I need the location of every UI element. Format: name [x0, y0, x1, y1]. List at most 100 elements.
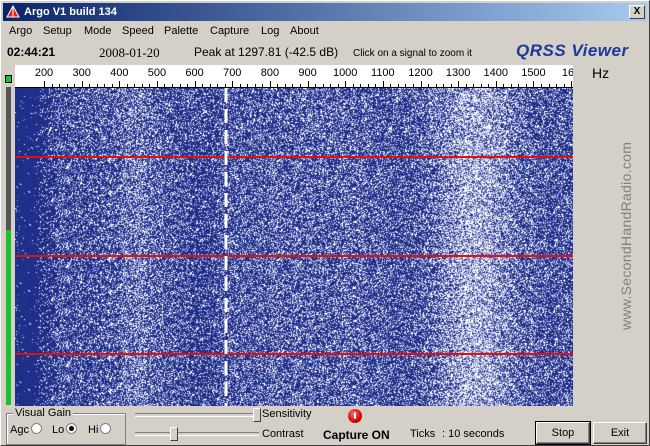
scale-minor-tick — [473, 84, 475, 87]
visual-gain-group: Visual Gain Agc Lo Hi — [6, 407, 126, 445]
scale-minor-tick — [164, 84, 166, 87]
control-panel: Visual Gain Agc Lo Hi Sensitivity Contra… — [1, 406, 649, 446]
scale-minor-tick — [367, 84, 369, 87]
scale-minor-tick — [443, 84, 445, 87]
scale-minor-tick — [224, 84, 226, 87]
side-website-label: www.SecondHandRadio.com — [618, 141, 634, 330]
scale-minor-tick — [111, 84, 113, 87]
contrast-label: Contrast — [262, 428, 304, 440]
scale-label: 600 — [185, 67, 204, 79]
visual-gain-label: Visual Gain — [13, 407, 74, 419]
scale-label: 1400 — [483, 67, 509, 79]
sensitivity-slider-thumb[interactable] — [253, 408, 261, 422]
scale-minor-tick — [450, 84, 452, 87]
scale-minor-tick — [74, 84, 76, 87]
capture-status: Capture ON — [323, 428, 390, 442]
scale-label: 1100 — [371, 67, 395, 79]
scale-major-tick — [44, 81, 45, 87]
menu-setup[interactable]: Setup — [43, 25, 72, 37]
agc-radio-icon[interactable] — [30, 423, 42, 434]
scale-minor-tick — [66, 84, 68, 87]
waterfall-overlay — [15, 88, 573, 406]
scale-minor-tick — [254, 84, 256, 87]
scale-minor-tick — [322, 84, 324, 87]
scale-label: 1200 — [408, 67, 433, 79]
close-button[interactable]: X — [629, 5, 645, 19]
scale-minor-tick — [360, 84, 362, 87]
frequency-scale[interactable]: 200 300 400 500 600 700 800 900 1000 1100 1200 1300… — [15, 65, 573, 88]
scale-minor-tick — [397, 84, 399, 87]
radio-lo[interactable]: Lo — [52, 423, 78, 436]
exit-button[interactable]: Exit — [593, 422, 647, 444]
scale-major-tick — [81, 81, 83, 87]
scale-minor-tick — [540, 84, 542, 87]
scale-minor-tick — [405, 84, 407, 87]
scale-unit: Hz — [592, 65, 610, 81]
scale-minor-tick — [134, 84, 136, 87]
contrast-slider-thumb[interactable] — [170, 427, 179, 441]
scale-label: 400 — [110, 67, 129, 79]
scale-minor-tick — [480, 84, 482, 87]
scale-minor-tick — [149, 84, 151, 87]
menu-log[interactable]: Log — [261, 25, 279, 37]
menu-bar: Argo Setup Mode Speed Palette Capture Lo… — [3, 23, 647, 41]
input-level-meter — [4, 75, 13, 405]
scale-label: 1000 — [332, 67, 358, 79]
scale-minor-tick — [510, 84, 512, 87]
level-track — [6, 87, 11, 405]
stop-button[interactable]: Stop — [535, 421, 591, 445]
lo-radio-icon[interactable] — [66, 423, 78, 434]
menu-speed[interactable]: Speed — [122, 25, 154, 37]
scale-minor-tick — [330, 84, 332, 87]
sensitivity-slider[interactable] — [135, 408, 261, 422]
scale-minor-tick — [315, 84, 317, 87]
scale-minor-tick — [187, 84, 189, 87]
menu-mode[interactable]: Mode — [84, 25, 112, 37]
qrss-viewer-logo: QRSS Viewer — [516, 41, 629, 60]
level-fill — [6, 230, 11, 405]
scale-major-tick — [269, 81, 271, 87]
scale-minor-tick — [337, 84, 339, 87]
hi-radio-icon[interactable] — [100, 423, 112, 434]
scale-minor-tick — [488, 84, 490, 87]
scale-major-tick — [533, 81, 535, 87]
title-bar[interactable]: Argo V1 build 134 X — [3, 3, 647, 21]
sensitivity-label: Sensitivity — [262, 408, 312, 420]
clock-date: 2008-01-20 — [99, 45, 160, 60]
scale-minor-tick — [390, 84, 392, 87]
scale-major-tick — [495, 81, 497, 87]
scale-minor-tick — [465, 84, 467, 87]
scale-minor-tick — [126, 84, 128, 87]
capture-indicator-icon — [348, 409, 362, 423]
scale-minor-tick — [563, 84, 565, 87]
scale-minor-tick — [435, 84, 437, 87]
peak-readout: Peak at 1297.81 (-42.5 dB) — [194, 45, 339, 59]
menu-palette[interactable]: Palette — [164, 25, 198, 37]
window-title: Argo V1 build 134 — [24, 6, 117, 18]
scale-label: 300 — [72, 67, 91, 79]
scale-label: 700 — [223, 67, 242, 79]
menu-capture[interactable]: Capture — [210, 25, 249, 37]
scale-minor-tick — [51, 84, 53, 87]
scale-label: 500 — [147, 67, 167, 79]
menu-about[interactable]: About — [290, 25, 319, 37]
scale-minor-tick — [503, 84, 505, 87]
level-indicator-led — [5, 75, 12, 83]
ticks-value: : 10 seconds — [442, 428, 505, 440]
waterfall-display[interactable] — [15, 88, 573, 406]
radio-agc[interactable]: Agc — [10, 423, 42, 436]
scale-minor-tick — [89, 84, 91, 87]
menu-argo[interactable]: Argo — [9, 25, 32, 37]
scale-minor-tick — [141, 84, 143, 87]
scale-major-tick — [458, 81, 460, 87]
close-icon: X — [633, 6, 641, 17]
scale-minor-tick — [518, 84, 520, 87]
scale-minor-tick — [300, 84, 302, 87]
contrast-slider[interactable] — [135, 427, 259, 441]
ticks-label: Ticks — [410, 428, 436, 440]
scale-minor-tick — [428, 84, 430, 87]
scale-label: 160 — [561, 67, 573, 79]
argo-app-icon — [6, 5, 20, 18]
radio-hi[interactable]: Hi — [88, 423, 112, 436]
scale-minor-tick — [412, 84, 414, 87]
